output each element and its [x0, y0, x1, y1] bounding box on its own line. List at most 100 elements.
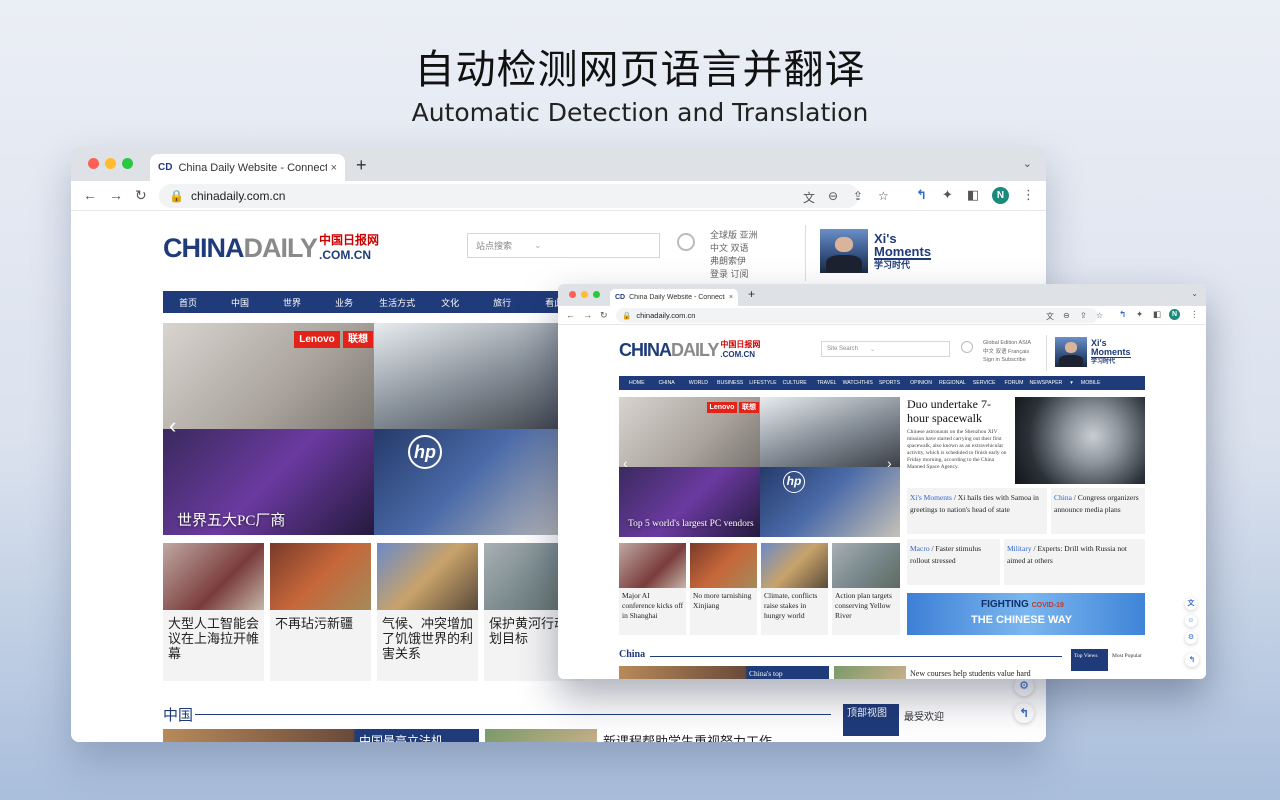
browser-menu-icon[interactable]: ⋮ — [1022, 187, 1035, 203]
slide-next-chevron-icon[interactable]: › — [887, 455, 892, 471]
news-card[interactable]: Major AI conference kicks off in Shangha… — [619, 543, 686, 635]
zoom-icon[interactable]: ⊖ — [1063, 311, 1070, 320]
bookmark-star-icon[interactable]: ☆ — [1096, 311, 1103, 320]
profile-avatar[interactable]: N — [1169, 309, 1180, 320]
bottom-story-headline[interactable]: New courses help students value hard — [910, 669, 1031, 678]
slide-prev-chevron-icon[interactable]: ‹ — [169, 413, 176, 439]
nav-item-china[interactable]: 中国 — [231, 296, 249, 309]
zoom-icon[interactable]: ⊖ — [828, 189, 838, 203]
minimize-window-button[interactable] — [105, 158, 116, 169]
nav-item-forum[interactable]: FORUM — [1004, 380, 1023, 386]
bottom-story-thumb[interactable]: 中国最高立法机 — [163, 729, 479, 742]
news-card[interactable]: Action plan targets conserving Yellow Ri… — [832, 543, 900, 635]
minimize-window-button[interactable] — [581, 291, 588, 298]
nav-item-home[interactable]: HOME — [629, 380, 645, 386]
maximize-window-button[interactable] — [593, 291, 600, 298]
forward-button[interactable]: → — [583, 310, 592, 320]
nav-item-culture[interactable]: 文化 — [441, 296, 459, 309]
address-bar[interactable]: 🔒 chinadaily.com.cn 文 ⊖ ⇪ ☆ — [159, 184, 889, 208]
bottom-story-thumb[interactable] — [485, 729, 597, 742]
hero-slideshow[interactable]: Lenovo 联想 hp ‹ 世界五大PC厂商 — [163, 323, 583, 535]
xi-moments-banner[interactable]: Xi's Moments 学习时代 — [820, 229, 932, 273]
close-window-button[interactable] — [569, 291, 576, 298]
fighting-covid-banner[interactable]: FIGHTING COVID-19 THE CHINESE WAY — [907, 593, 1145, 635]
nav-item-business[interactable]: 业务 — [335, 296, 353, 309]
news-card[interactable]: 不再玷污新疆 — [270, 543, 371, 681]
tab-china-daily[interactable]: CD China Daily Website - Connecti × — [150, 154, 345, 181]
tab-search-chevron-icon[interactable]: ⌄ — [1191, 289, 1198, 298]
tab-close-icon[interactable]: × — [729, 294, 733, 301]
nav-item-lifestyle[interactable]: LIFESTYLE — [749, 380, 776, 386]
user-icon[interactable]: ☺ — [1185, 615, 1197, 627]
new-tab-button[interactable]: + — [748, 287, 755, 301]
lead-headline[interactable]: Duo undertake 7-hour spacewalk — [907, 397, 1011, 425]
search-icon[interactable] — [961, 341, 973, 353]
share-icon[interactable]: ⇪ — [853, 189, 863, 203]
page-translate-icon[interactable]: 文 — [1046, 311, 1054, 322]
nav-item-culture[interactable]: CULTURE — [783, 380, 807, 386]
translate-extension-icon[interactable]: ↰ — [1119, 309, 1126, 320]
story-card[interactable]: Macro / Faster stimulus rollout stressed — [907, 539, 1000, 585]
slide-caption[interactable]: 世界五大PC厂商 — [177, 509, 285, 530]
close-window-button[interactable] — [88, 158, 99, 169]
nav-item-watchthis[interactable]: WATCHTHIS — [843, 380, 873, 386]
translate-extension-icon[interactable]: ↰ — [916, 187, 927, 203]
china-daily-logo[interactable]: CHINA DAILY 中国日报网 .COM.CN — [163, 231, 379, 262]
bottom-story-thumb[interactable]: China's top — [619, 666, 829, 679]
site-search-input[interactable]: Site Search ⌄ — [821, 341, 950, 357]
story-card[interactable]: Military / Experts: Drill with Russia no… — [1004, 539, 1145, 585]
nav-item-mobile[interactable]: MOBILE — [1081, 380, 1101, 386]
nav-item-world[interactable]: WORLD — [689, 380, 708, 386]
edition-links[interactable]: 全球版 亚洲 中文 双语 弗朗索伊 登录 订阅 — [710, 229, 758, 281]
bottom-story-thumb[interactable] — [834, 666, 906, 679]
bookmark-star-icon[interactable]: ☆ — [878, 189, 889, 203]
float-translate-icon[interactable]: 文 — [1185, 598, 1197, 610]
share-icon[interactable]: ⇪ — [1080, 311, 1087, 320]
nav-item-home[interactable]: 首页 — [179, 296, 197, 309]
story-card[interactable]: China / Congress organizers announce med… — [1051, 488, 1145, 534]
tab-search-chevron-icon[interactable]: ⌄ — [1023, 157, 1032, 170]
china-daily-logo[interactable]: CHINA DAILY 中国日报网 .COM.CN — [619, 339, 760, 359]
extensions-puzzle-icon[interactable]: ✦ — [1136, 309, 1143, 320]
most-popular-tab[interactable]: 最受欢迎 — [904, 708, 944, 723]
nav-item-newspaper[interactable]: NEWSPAPER — [1030, 380, 1063, 386]
hero-slideshow[interactable]: Lenovo 联想 hp ‹ › Top 5 world's largest P… — [619, 397, 900, 537]
nav-item-travel[interactable]: 旅行 — [493, 296, 511, 309]
maximize-window-button[interactable] — [122, 158, 133, 169]
side-panel-icon[interactable]: ◧ — [1153, 309, 1161, 320]
settings-gear-icon[interactable]: ⚙ — [1185, 632, 1197, 644]
tab-close-icon[interactable]: × — [331, 162, 337, 174]
slide-prev-chevron-icon[interactable]: ‹ — [623, 455, 628, 471]
top-views-tab[interactable]: 顶部视图 — [843, 704, 899, 736]
top-views-tab[interactable]: Top Views — [1071, 649, 1108, 671]
extensions-puzzle-icon[interactable]: ✦ — [942, 187, 953, 203]
nav-item-regional[interactable]: REGIONAL — [939, 380, 966, 386]
nav-more-chevron-icon[interactable]: ▾ — [1070, 380, 1073, 386]
back-button[interactable]: ← — [83, 187, 97, 203]
nav-item-china[interactable]: CHINA — [659, 380, 675, 386]
profile-avatar[interactable]: N — [992, 187, 1009, 204]
settings-gear-icon[interactable]: ⚙ — [1014, 676, 1034, 696]
page-translate-icon[interactable]: 文 — [803, 189, 815, 206]
nav-item-travel[interactable]: TRAVEL — [817, 380, 837, 386]
news-card[interactable]: No more tarnishing Xinjiang — [690, 543, 757, 635]
nav-item-service[interactable]: SERVICE — [973, 380, 996, 386]
reload-button[interactable]: ↻ — [135, 187, 147, 204]
address-bar[interactable]: 🔒 chinadaily.com.cn 文 ⊖ ⇪ ☆ — [616, 308, 1103, 323]
side-panel-icon[interactable]: ◧ — [967, 187, 979, 203]
back-button[interactable]: ← — [566, 310, 575, 320]
float-translate-icon[interactable]: ↰ — [1014, 703, 1034, 723]
spacewalk-photo[interactable] — [1015, 397, 1145, 484]
nav-item-lifestyle[interactable]: 生活方式 — [379, 296, 415, 309]
nav-item-business[interactable]: BUSINESS — [717, 380, 743, 386]
bottom-story-headline[interactable]: 新课程帮助学生重视努力工作 — [603, 731, 772, 742]
new-tab-button[interactable]: + — [356, 155, 367, 176]
section-title-china[interactable]: 中国 — [163, 704, 193, 725]
nav-item-opinion[interactable]: OPINION — [910, 380, 932, 386]
section-title-china[interactable]: China — [619, 649, 645, 660]
browser-menu-icon[interactable]: ⋮ — [1190, 309, 1199, 320]
most-popular-tab[interactable]: Most Popular — [1112, 652, 1144, 660]
news-card[interactable]: 气候、冲突增加了饥饿世界的利害关系 — [377, 543, 478, 681]
story-card[interactable]: Xi's Moments / Xi hails ties with Samoa … — [907, 488, 1047, 534]
edition-links[interactable]: Global Edition ASIA 中文 双语 Français Sign … — [983, 339, 1031, 365]
